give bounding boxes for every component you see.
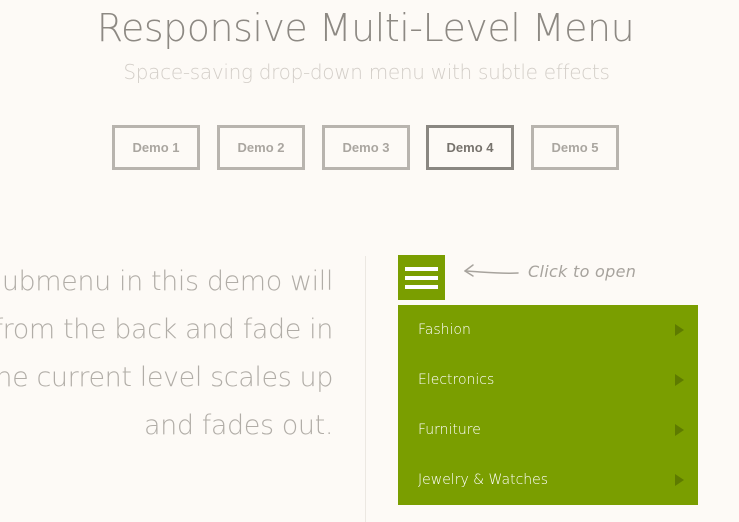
page-title: Responsive Multi-Level Menu — [96, 6, 635, 50]
demo-2-button[interactable]: Demo 2 — [217, 125, 305, 170]
arrow-left-icon — [464, 264, 519, 277]
triangle-right-icon — [675, 324, 684, 336]
column-divider — [365, 256, 366, 522]
menu-item-electronics[interactable]: Electronics — [398, 355, 698, 405]
menu-item-jewelry-watches[interactable]: Jewelry & Watches — [398, 455, 698, 505]
demo-1-button[interactable]: Demo 1 — [112, 125, 200, 170]
hamburger-icon — [405, 266, 438, 271]
menu-item-label: Furniture — [418, 422, 481, 438]
description-line: he current level scales up — [0, 362, 333, 393]
menu-trigger-button[interactable] — [398, 255, 445, 300]
page-subtitle: Space-saving drop-down menu with subtle … — [123, 60, 610, 84]
demo-description: ubmenu in this demo will from the back a… — [0, 258, 333, 450]
triangle-right-icon — [675, 374, 684, 386]
triangle-right-icon — [675, 474, 684, 486]
demo-4-button[interactable]: Demo 4 — [426, 125, 514, 170]
hamburger-icon — [405, 284, 438, 289]
click-hint: Click to open — [528, 262, 637, 281]
menu-item-label: Fashion — [418, 322, 471, 338]
hamburger-icon — [405, 275, 438, 280]
description-line: ubmenu in this demo will — [1, 266, 334, 297]
menu-item-fashion[interactable]: Fashion — [398, 305, 698, 355]
demo-5-button[interactable]: Demo 5 — [531, 125, 619, 170]
menu-item-furniture[interactable]: Furniture — [398, 405, 698, 455]
description-line: and fades out. — [143, 410, 333, 441]
demo-3-button[interactable]: Demo 3 — [322, 125, 410, 170]
description-line: from the back and fade in — [0, 314, 333, 345]
menu-item-label: Jewelry & Watches — [418, 472, 549, 488]
triangle-right-icon — [675, 424, 684, 436]
dropdown-menu: Fashion Electronics Furniture Jewelry & … — [398, 305, 698, 505]
menu-item-label: Electronics — [418, 372, 495, 388]
